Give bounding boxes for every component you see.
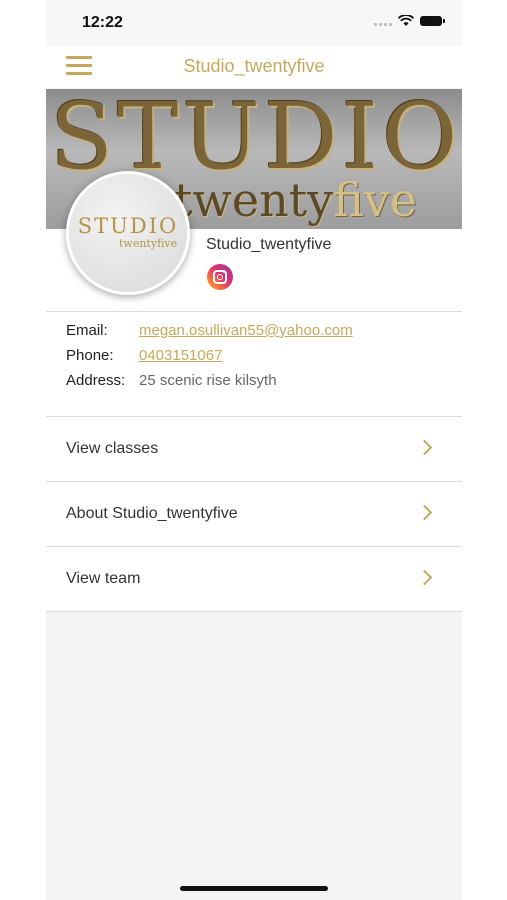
about-studio-item[interactable]: About Studio_twentyfive (46, 481, 462, 546)
status-bar: 12:22 (46, 0, 462, 46)
chevron-right-icon (416, 569, 433, 586)
banner-text-twentyfive: twentyfive (174, 177, 417, 223)
view-classes-label: View classes (66, 440, 159, 457)
signal-icon (374, 16, 392, 26)
home-indicator[interactable] (180, 886, 328, 891)
contact-info: Email: megan.osullivan55@yahoo.com Phone… (46, 311, 462, 416)
nav-bar: Studio_twentyfive (46, 46, 462, 88)
view-classes-item[interactable]: View classes (46, 416, 462, 481)
banner-text-five: five (333, 173, 418, 227)
phone-label: Phone: (66, 347, 114, 364)
wifi-icon (398, 15, 414, 26)
email-link[interactable]: megan.osullivan55@yahoo.com (139, 322, 353, 339)
page-title: Studio_twentyfive (183, 56, 325, 76)
view-team-item[interactable]: View team (46, 546, 462, 611)
battery-icon (420, 16, 445, 26)
list-divider (46, 611, 462, 612)
chevron-right-icon (416, 504, 433, 521)
avatar: STUDIO twentyfive (66, 171, 190, 295)
view-team-label: View team (66, 570, 141, 587)
phone-link[interactable]: 0403151067 (139, 347, 222, 364)
address-value: 25 scenic rise kilsyth (139, 372, 277, 389)
profile-name: Studio_twentyfive (206, 236, 332, 253)
about-studio-label: About Studio_twentyfive (66, 505, 238, 522)
email-label: Email: (66, 322, 108, 339)
banner-text-studio: STUDIO (50, 89, 462, 190)
status-time: 12:22 (82, 14, 123, 31)
chevron-right-icon (416, 439, 433, 456)
status-icons (374, 15, 445, 27)
banner-text-twenty: twenty (174, 173, 334, 227)
address-label: Address: (66, 372, 126, 389)
app-screen: 12:22 Studio_twentyfive STUDIO twentyfiv… (46, 0, 462, 900)
avatar-logo-studio: STUDIO (77, 214, 179, 238)
instagram-icon[interactable] (207, 264, 233, 290)
avatar-logo-twentyfive: twentyfive (119, 237, 178, 250)
